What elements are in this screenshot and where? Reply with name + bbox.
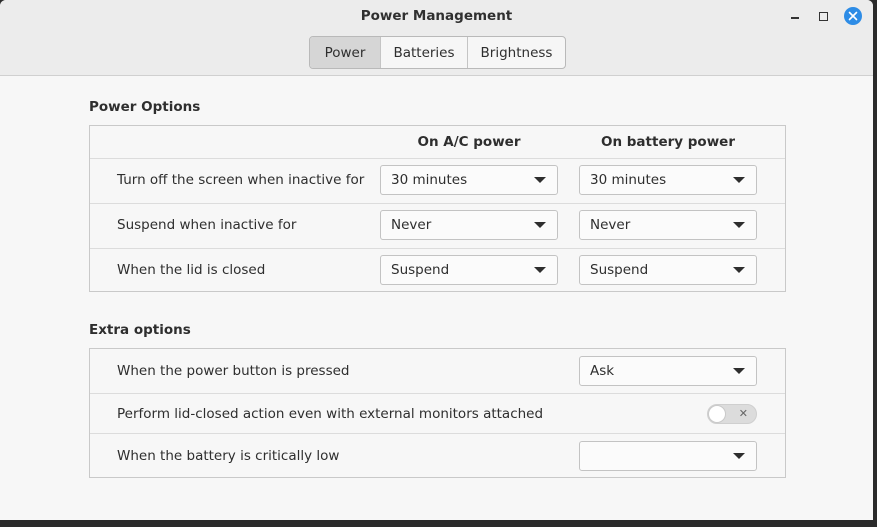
lid-external-switch[interactable]: ✕ [707, 404, 757, 424]
dropdown-arrow-icon [733, 222, 745, 228]
switch-knob [708, 405, 726, 423]
power-options-frame: On A/C power On battery power Turn off t… [89, 125, 786, 292]
close-icon [848, 11, 858, 21]
lid-closed-ac-combo[interactable]: Suspend [380, 255, 558, 285]
power-button-label: When the power button is pressed [117, 363, 350, 379]
dropdown-arrow-icon [733, 177, 745, 183]
suspend-ac-combo[interactable]: Never [380, 210, 558, 240]
power-button-row: When the power button is pressed Ask [90, 349, 785, 393]
combo-value: Never [391, 217, 432, 233]
combo-value: Suspend [590, 262, 649, 278]
battery-low-row: When the battery is critically low [90, 433, 785, 479]
suspend-battery-combo[interactable]: Never [579, 210, 757, 240]
screen-off-row: Turn off the screen when inactive for 30… [90, 158, 785, 203]
extra-options-title: Extra options [89, 322, 191, 338]
extra-options-frame: When the power button is pressed Ask Per… [89, 348, 786, 478]
dropdown-arrow-icon [733, 267, 745, 273]
column-header-battery: On battery power [600, 134, 735, 150]
lid-external-label: Perform lid-closed action even with exte… [117, 406, 544, 422]
lid-external-row: Perform lid-closed action even with exte… [90, 393, 785, 433]
titlebar: Power Management Power Batteries Brightn… [0, 0, 873, 76]
column-header-ac: On A/C power [417, 134, 521, 150]
combo-value: 30 minutes [391, 172, 468, 188]
combo-value: Suspend [391, 262, 450, 278]
dropdown-arrow-icon [534, 177, 546, 183]
minimize-button[interactable] [786, 7, 804, 25]
suspend-label: Suspend when inactive for [117, 217, 297, 233]
tab-batteries[interactable]: Batteries [381, 37, 468, 68]
dropdown-arrow-icon [534, 267, 546, 273]
combo-value: Never [590, 217, 631, 233]
tab-brightness[interactable]: Brightness [468, 37, 565, 68]
lid-closed-row: When the lid is closed Suspend Suspend [90, 248, 785, 293]
suspend-row: Suspend when inactive for Never Never [90, 203, 785, 248]
close-button[interactable] [844, 7, 862, 25]
screen-off-ac-combo[interactable]: 30 minutes [380, 165, 558, 195]
screen-off-battery-combo[interactable]: 30 minutes [579, 165, 757, 195]
combo-value: Ask [590, 363, 615, 379]
power-options-header-row: On A/C power On battery power [90, 126, 785, 158]
dropdown-arrow-icon [733, 453, 745, 459]
lid-closed-battery-combo[interactable]: Suspend [579, 255, 757, 285]
battery-low-label: When the battery is critically low [117, 448, 340, 464]
power-management-window: Power Management Power Batteries Brightn… [0, 0, 873, 520]
maximize-button[interactable] [814, 7, 832, 25]
power-options-title: Power Options [89, 99, 201, 115]
tab-bar: Power Batteries Brightness [309, 36, 566, 69]
switch-off-icon: ✕ [738, 407, 748, 420]
combo-value: 30 minutes [590, 172, 667, 188]
tab-power[interactable]: Power [310, 37, 381, 68]
dropdown-arrow-icon [534, 222, 546, 228]
window-title: Power Management [360, 8, 513, 24]
battery-low-combo[interactable] [579, 441, 757, 471]
lid-closed-label: When the lid is closed [117, 262, 266, 278]
power-button-combo[interactable]: Ask [579, 356, 757, 386]
screen-off-label: Turn off the screen when inactive for [117, 172, 365, 188]
dropdown-arrow-icon [733, 368, 745, 374]
